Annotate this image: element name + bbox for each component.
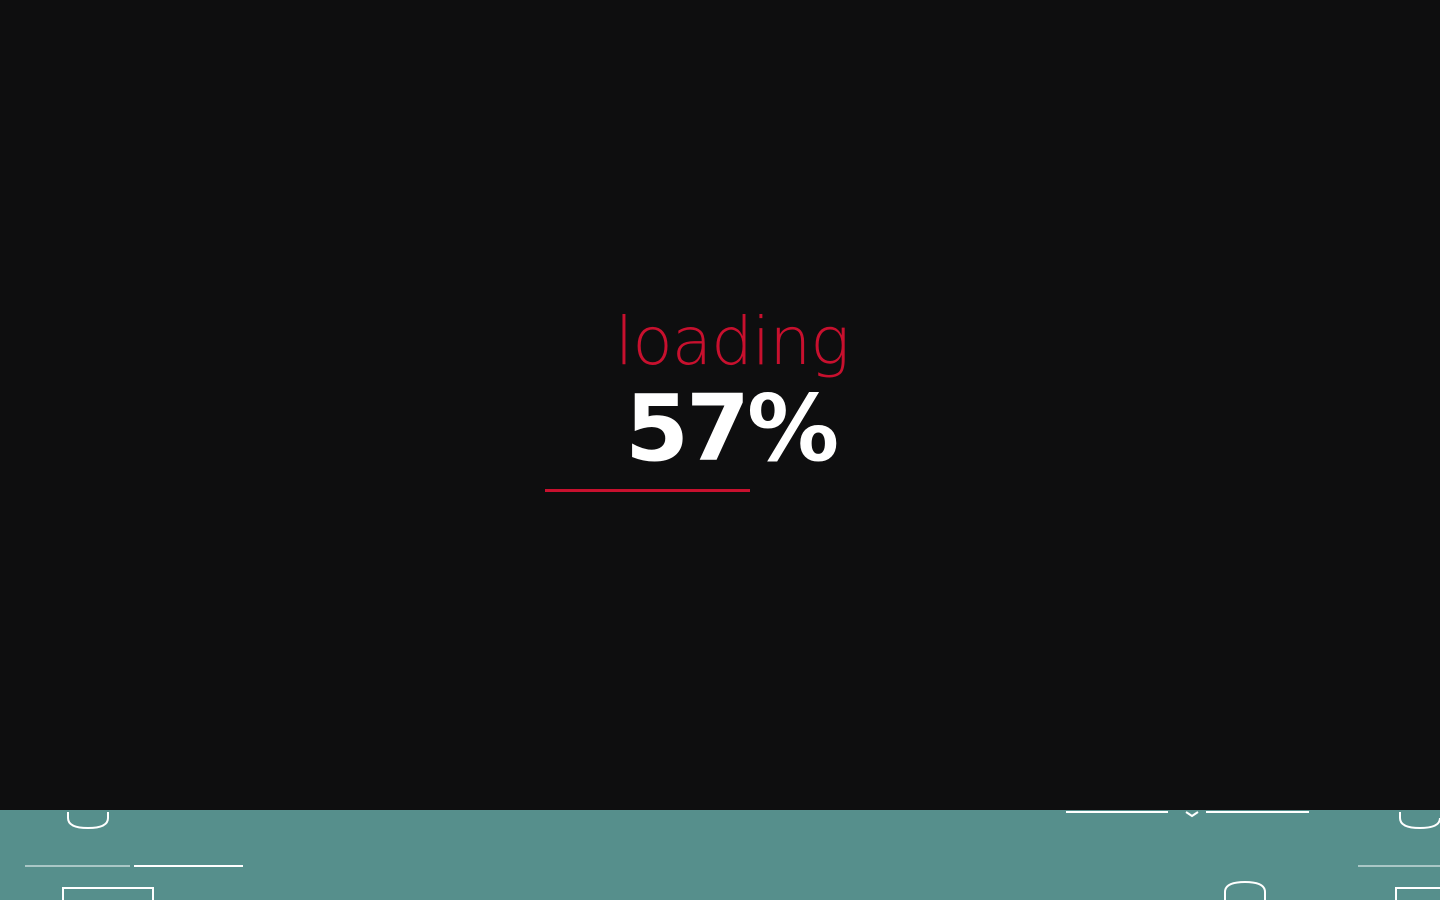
loading-percentage: 57% [625, 375, 839, 482]
background-page-strip [0, 810, 1440, 900]
app-stage: loading 57% [0, 0, 1440, 900]
loading-indicator: loading 57% [545, 300, 895, 500]
background-shape-right-tick [1185, 811, 1199, 818]
background-shape-left-cup [67, 812, 109, 830]
progress-bar [545, 489, 905, 492]
progress-bar-fill [545, 489, 751, 492]
background-shape-right-dome [1224, 880, 1266, 900]
background-shape-left-box [62, 887, 154, 900]
background-shape-right-cup [1399, 812, 1440, 830]
background-shape-right-box [1395, 887, 1440, 900]
loading-overlay: loading 57% [0, 0, 1440, 810]
loading-label: loading [615, 303, 850, 380]
background-line-art [25, 811, 1440, 900]
